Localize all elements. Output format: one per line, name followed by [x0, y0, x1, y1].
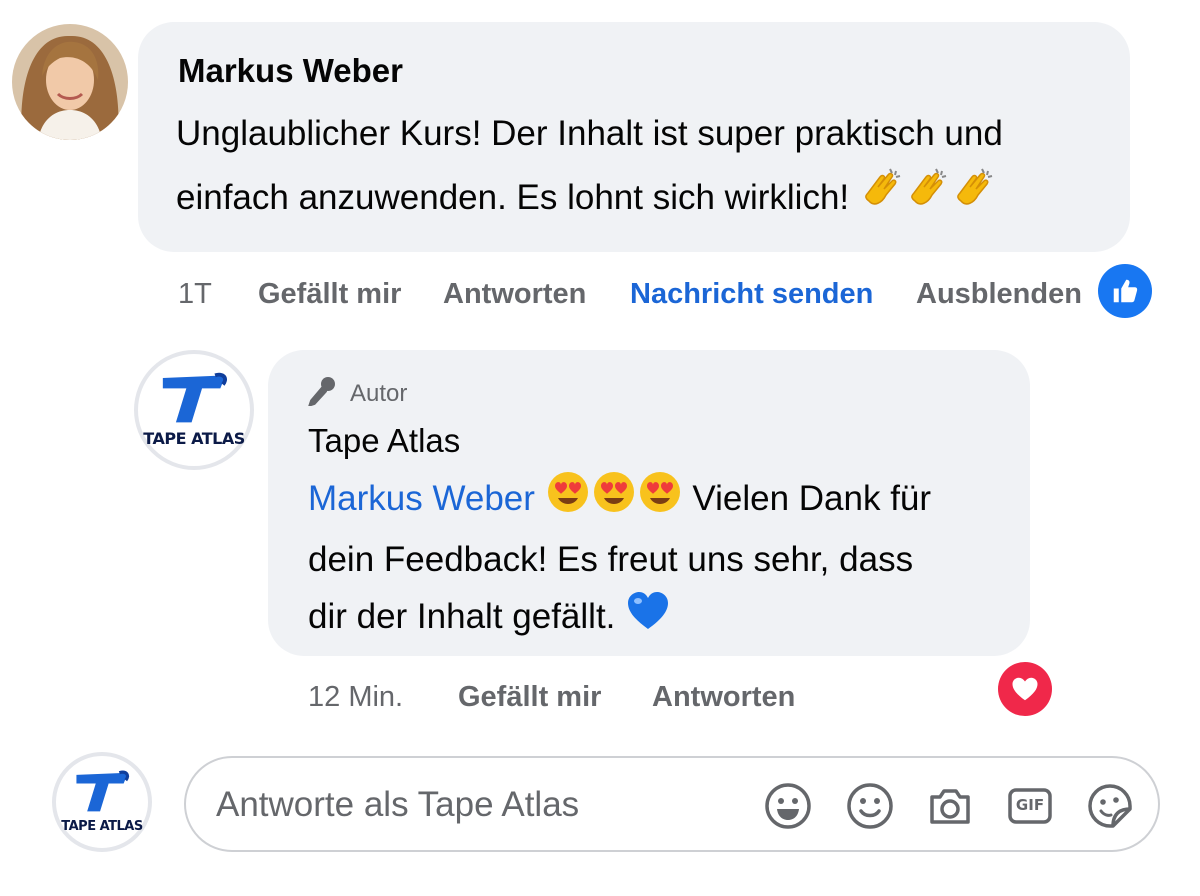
reply-reply-button[interactable]: Antworten	[652, 681, 795, 714]
author-badge-label: Autor	[350, 379, 408, 407]
reply-author-avatar[interactable]: TAPE ATLAS	[134, 350, 254, 470]
clapping-hands-icon	[952, 167, 996, 232]
reply-text-line-1: Markus Weber Vielen Dank für	[308, 470, 1018, 531]
like-reaction-icon[interactable]	[1098, 264, 1152, 318]
brand-wordmark: TAPE ATLAS	[61, 818, 143, 834]
brand-wordmark: TAPE ATLAS	[143, 429, 245, 449]
hide-comment-button[interactable]: Ausblenden	[916, 278, 1082, 311]
smiley-icon[interactable]	[846, 782, 894, 830]
comment-timestamp[interactable]: 1T	[178, 278, 212, 311]
gif-icon[interactable]: GIF	[1006, 782, 1054, 830]
comment-text-line-2: einfach anzuwenden. Es lohnt sich wirkli…	[176, 166, 1116, 232]
reply-timestamp[interactable]: 12 Min.	[308, 681, 403, 714]
emoji-icon[interactable]	[764, 782, 812, 830]
sticker-icon[interactable]	[1086, 782, 1134, 830]
heart-eyes-icon	[638, 470, 682, 531]
blue-heart-icon	[626, 589, 670, 650]
send-message-button[interactable]: Nachricht senden	[630, 278, 873, 311]
love-reaction-icon[interactable]	[998, 662, 1052, 716]
comment-like-button[interactable]: Gefällt mir	[258, 278, 401, 311]
comment-text-line-1: Unglaublicher Kurs! Der Inhalt ist super…	[176, 114, 1003, 153]
comment-reply-button[interactable]: Antworten	[443, 278, 586, 311]
heart-eyes-icon	[592, 470, 636, 531]
reply-input[interactable]	[216, 778, 736, 832]
gif-label: GIF	[1015, 796, 1045, 814]
comment-author[interactable]: Markus Weber	[178, 52, 403, 90]
reply-like-button[interactable]: Gefällt mir	[458, 681, 601, 714]
tape-atlas-logo	[76, 771, 129, 812]
commenter-avatar[interactable]	[12, 24, 128, 140]
reply-author[interactable]: Tape Atlas	[308, 422, 460, 460]
comment-text: Unglaublicher Kurs! Der Inhalt ist super…	[176, 102, 1116, 232]
reply-text-line-2: dein Feedback! Es freut uns sehr, dass	[308, 540, 914, 580]
comment-bubble: Markus Weber Unglaublicher Kurs! Der Inh…	[138, 22, 1130, 252]
reply-bubble: Autor Tape Atlas Markus Weber Vielen Dan…	[268, 350, 1030, 656]
composer-avatar[interactable]: TAPE ATLAS	[52, 752, 152, 852]
clapping-hands-icon	[906, 167, 950, 232]
camera-icon[interactable]	[926, 782, 974, 830]
reply-text-line-3-text: dir der Inhalt gefällt.	[308, 597, 616, 637]
clapping-hands-icon	[860, 167, 904, 232]
reply-text: Markus Weber Vielen Dank für dein Feedba…	[308, 470, 1018, 650]
reply-text-line-3: dir der Inhalt gefällt.	[308, 588, 1018, 649]
author-badge: Autor	[306, 374, 407, 413]
reply-composer: GIF	[184, 756, 1160, 852]
tape-atlas-logo	[162, 372, 227, 423]
mention-link[interactable]: Markus Weber	[308, 479, 535, 518]
heart-eyes-icon	[546, 470, 590, 531]
reply-text-line-1-rest: Vielen Dank für	[692, 479, 932, 518]
microphone-icon	[306, 374, 338, 413]
comment-text-line-2-text: einfach anzuwenden. Es lohnt sich wirkli…	[176, 178, 850, 217]
